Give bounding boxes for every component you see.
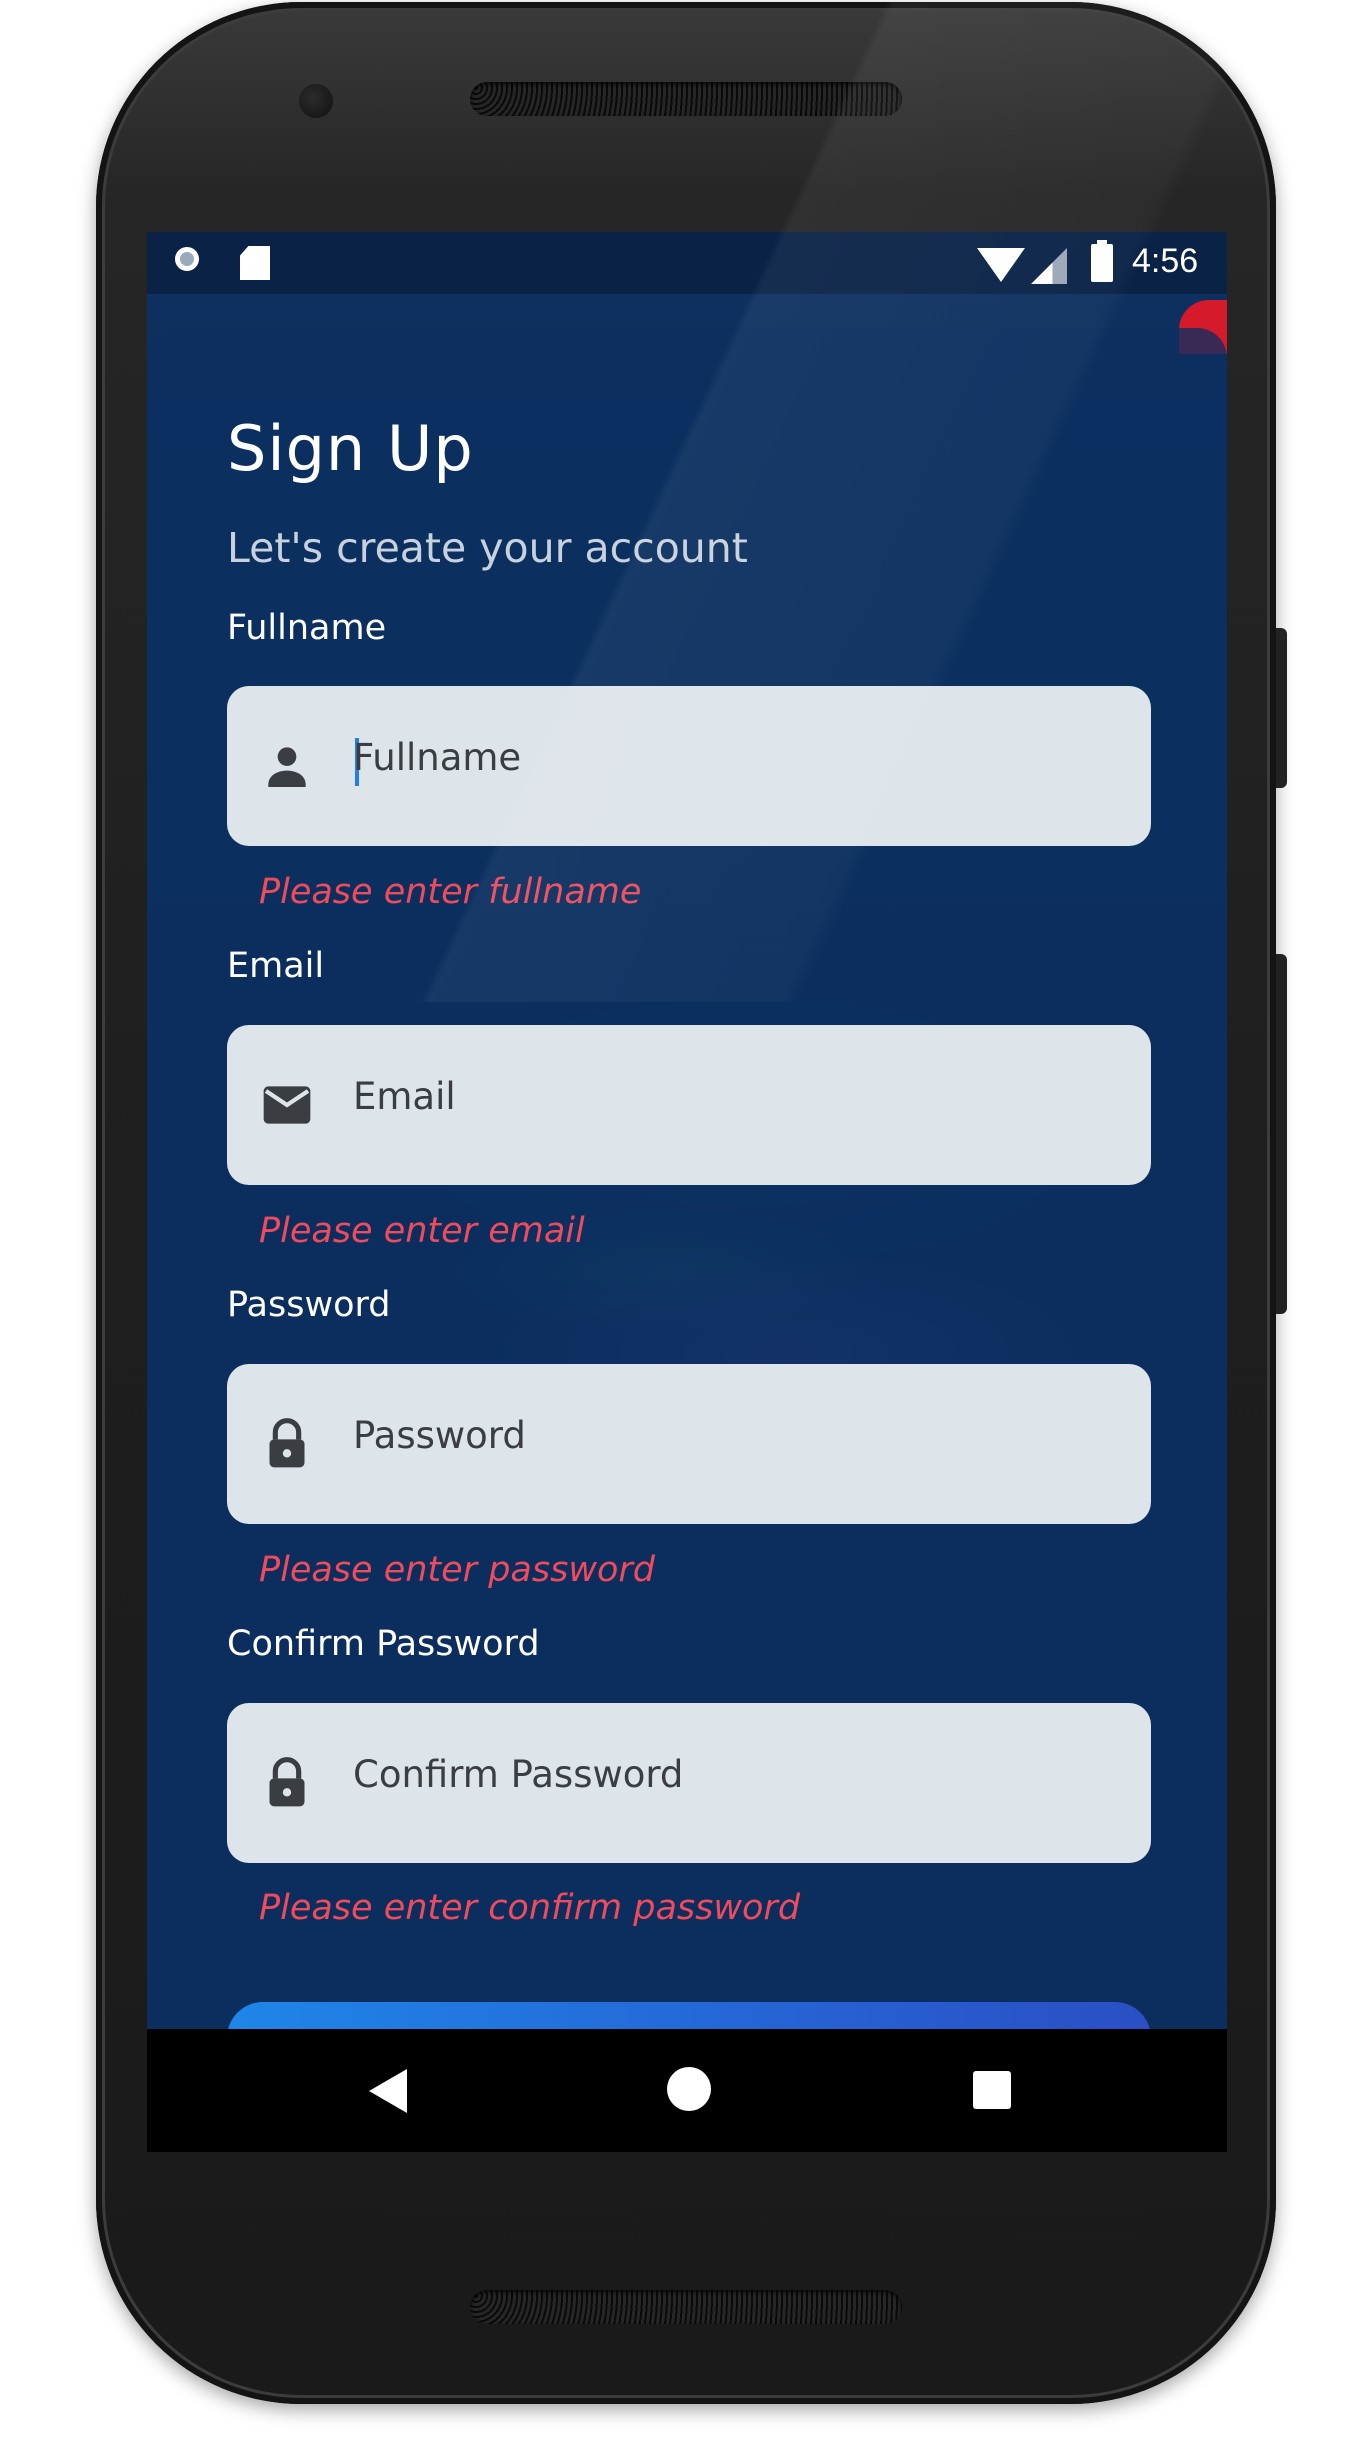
email-label: Email bbox=[227, 946, 325, 986]
confirm-password-error: Please enter confirm password bbox=[259, 1888, 801, 1928]
lock-icon bbox=[269, 1757, 305, 1807]
wifi-icon bbox=[977, 248, 1025, 282]
page-title: Sign Up bbox=[227, 412, 474, 485]
fullname-field[interactable]: Fullname bbox=[227, 686, 1151, 846]
password-input[interactable]: Password bbox=[353, 1414, 526, 1457]
fullname-label: Fullname bbox=[227, 608, 387, 648]
password-field[interactable]: Password bbox=[227, 1364, 1151, 1524]
recents-icon[interactable] bbox=[973, 2071, 1011, 2109]
earpiece-speaker bbox=[470, 82, 902, 116]
home-icon[interactable] bbox=[667, 2067, 711, 2111]
status-time: 4:56 bbox=[1132, 242, 1199, 280]
sync-circle-icon bbox=[175, 247, 199, 271]
cell-signal-icon bbox=[1031, 248, 1067, 284]
password-error: Please enter password bbox=[259, 1550, 655, 1590]
email-field[interactable]: Email bbox=[227, 1025, 1151, 1185]
email-input[interactable]: Email bbox=[353, 1075, 456, 1118]
mail-icon bbox=[263, 1086, 311, 1124]
confirm-password-input[interactable]: Confirm Password bbox=[353, 1753, 683, 1796]
email-error: Please enter email bbox=[259, 1211, 585, 1251]
sd-card-icon bbox=[240, 246, 270, 280]
power-button bbox=[1276, 628, 1287, 788]
screen: 4:56 Sign Up Let's create your account F… bbox=[147, 232, 1227, 2152]
page-subtitle: Let's create your account bbox=[227, 524, 748, 572]
status-bar: 4:56 bbox=[147, 232, 1227, 294]
battery-icon bbox=[1091, 240, 1113, 282]
person-icon bbox=[268, 747, 306, 787]
lock-icon bbox=[269, 1418, 305, 1468]
fullname-input[interactable]: Fullname bbox=[353, 736, 521, 779]
bottom-speaker bbox=[470, 2290, 902, 2324]
navigation-bar bbox=[147, 2029, 1227, 2152]
confirm-password-label: Confirm Password bbox=[227, 1624, 540, 1664]
front-camera bbox=[299, 84, 333, 118]
back-icon[interactable] bbox=[369, 2069, 407, 2113]
confirm-password-field[interactable]: Confirm Password bbox=[227, 1703, 1151, 1863]
volume-rocker bbox=[1276, 954, 1287, 1314]
fullname-error: Please enter fullname bbox=[259, 872, 642, 912]
password-label: Password bbox=[227, 1285, 391, 1325]
